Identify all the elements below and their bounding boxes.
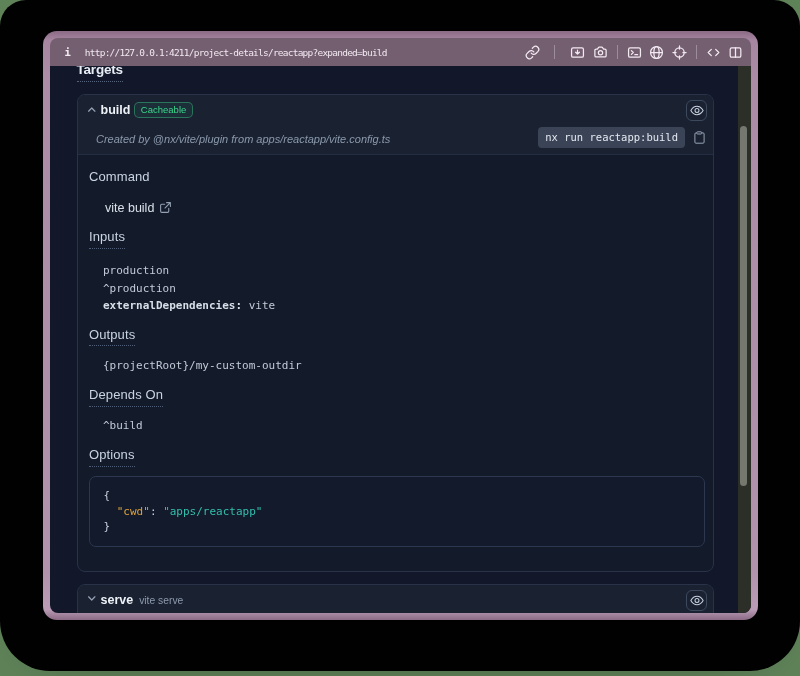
target-header-build[interactable]: build Cacheable [77, 94, 713, 124]
json-value: "apps/reactapp" [163, 504, 262, 517]
address-url[interactable]: http://127.0.0.1:4211/project-details/re… [84, 46, 386, 57]
inputs-list: production ^production externalDependenc… [103, 261, 705, 314]
section-title-depends-on: Depends On [89, 387, 163, 407]
depends-on-item: ^build [103, 416, 705, 434]
target-icon[interactable] [671, 44, 687, 60]
import-box-icon[interactable] [569, 44, 585, 60]
nx-run-command-chip: nx run reactapp:build [538, 127, 685, 148]
json-line: "cwd": "apps/reactapp" [103, 503, 703, 519]
terminal-icon[interactable] [626, 44, 642, 60]
copy-icon[interactable] [694, 130, 705, 143]
scrollbar-thumb[interactable] [740, 125, 747, 485]
section-title-command: Command [89, 169, 705, 186]
outputs-list: {projectRoot}/my-custom-outdir [103, 357, 705, 375]
target-card-build: build Cacheable Created by @nx/vite/plug… [76, 93, 714, 572]
target-header-serve[interactable]: serve vite serve [77, 585, 713, 613]
section-title-inputs: Inputs [89, 229, 125, 249]
scrollbar-track[interactable] [738, 66, 751, 613]
output-item: {projectRoot}/my-custom-outdir [103, 357, 705, 375]
depends-on-list: ^build [103, 416, 705, 434]
section-title-options: Options [89, 447, 135, 467]
globe-icon[interactable] [648, 44, 664, 60]
code-icon[interactable] [705, 44, 721, 60]
input-item: externalDependencies: vite [103, 297, 705, 315]
target-subtitle-serve: vite serve [139, 594, 183, 605]
view-target-button[interactable] [686, 590, 707, 611]
json-line: { [103, 488, 703, 504]
json-line: } [103, 519, 703, 535]
toolbar-separator [553, 45, 554, 59]
input-item: ^production [103, 279, 705, 297]
created-by-text: Created by @nx/vite/plugin from apps/rea… [96, 133, 390, 145]
command-value[interactable]: vite build [105, 198, 172, 216]
section-title-outputs: Outputs [89, 326, 135, 346]
input-item: production [103, 261, 705, 279]
browser-toolbar: i http://127.0.0.1:4211/project-details/… [50, 38, 751, 66]
target-name-serve: serve [100, 593, 133, 607]
json-key: "cwd" [116, 504, 149, 517]
toolbar-separator [695, 45, 696, 59]
chevron-down-icon[interactable] [87, 593, 97, 603]
external-link-icon[interactable] [158, 201, 171, 214]
page-title: Targets [76, 66, 122, 82]
page-viewport: Targets build Cacheable [50, 66, 751, 613]
chevron-up-icon[interactable] [87, 104, 97, 114]
toolbar-separator [616, 45, 617, 59]
browser-window: i http://127.0.0.1:4211/project-details/… [43, 31, 758, 620]
target-name-build: build [100, 102, 130, 116]
cacheable-badge: Cacheable [133, 101, 192, 117]
info-icon: i [64, 38, 70, 66]
target-meta-row: Created by @nx/vite/plugin from apps/rea… [77, 124, 713, 155]
columns-icon[interactable] [727, 44, 743, 60]
options-json-box: { "cwd": "apps/reactapp" } [89, 476, 705, 547]
view-target-button[interactable] [686, 100, 707, 121]
link-icon[interactable] [524, 44, 540, 60]
target-details: Command vite build Inputs [77, 155, 713, 547]
target-card-serve: serve vite serve [76, 584, 714, 613]
camera-icon[interactable] [592, 44, 608, 60]
